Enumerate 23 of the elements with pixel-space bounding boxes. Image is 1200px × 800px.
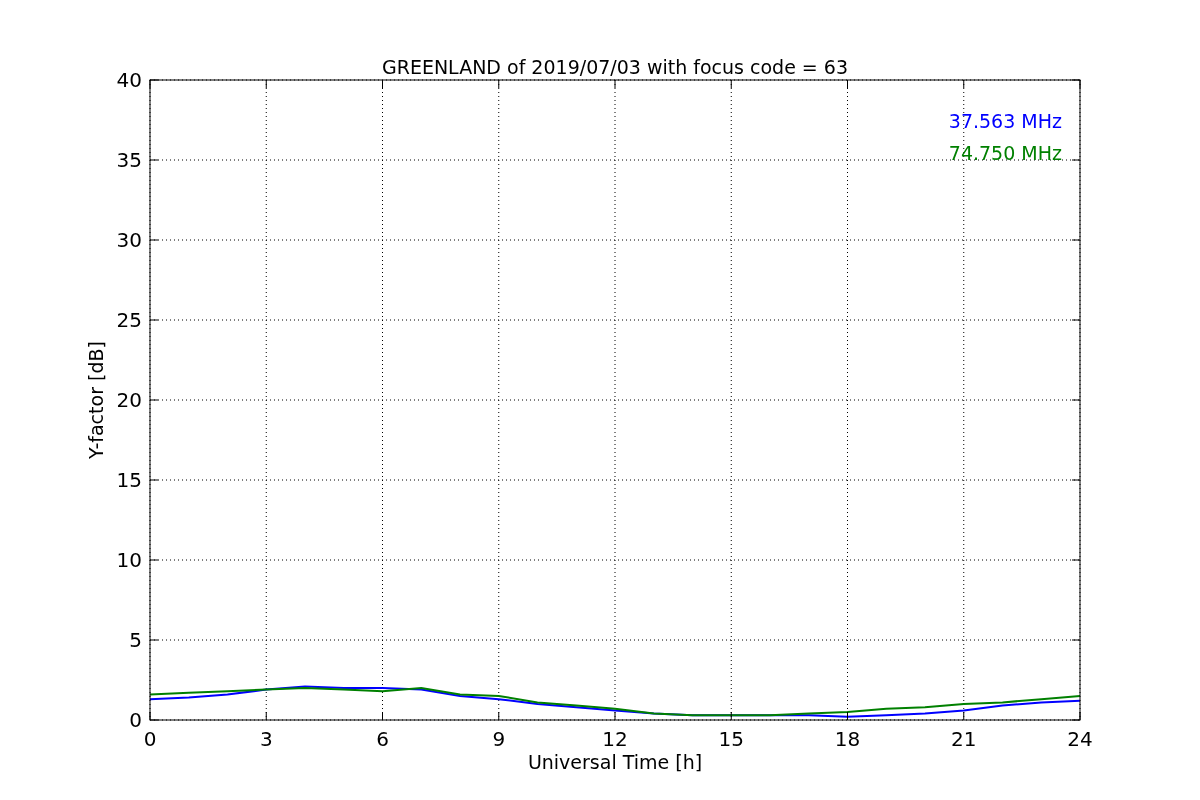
- tick-label: 15: [116, 468, 142, 492]
- tick-label: 9: [492, 727, 506, 751]
- tick-label: 18: [834, 727, 861, 751]
- legend-label: 74.750 MHz: [948, 142, 1062, 164]
- tick-label: 12: [602, 727, 628, 751]
- tick-label: 40: [116, 68, 142, 92]
- tick-label: 5: [129, 628, 142, 652]
- tick-label: 6: [376, 727, 389, 751]
- tick-label: 25: [116, 308, 142, 332]
- tick-label: 35: [116, 148, 142, 172]
- tick-label: 21: [951, 727, 977, 751]
- chart-title: GREENLAND of 2019/07/03 with focus code = 63: [382, 56, 848, 78]
- tick-label: 30: [116, 228, 142, 252]
- tick-label: 0: [143, 727, 157, 751]
- tick-label: 3: [259, 727, 273, 751]
- tick-label: 15: [718, 727, 744, 751]
- tick-label: 0: [129, 708, 142, 732]
- axis-label: Y-factor [dB]: [85, 341, 107, 459]
- axis-label: Universal Time [h]: [527, 751, 703, 773]
- legend-label: 37.563 MHz: [948, 110, 1062, 132]
- tick-label: 24: [1067, 727, 1093, 751]
- tick-label: 20: [116, 388, 142, 412]
- tick-label: 10: [116, 548, 142, 572]
